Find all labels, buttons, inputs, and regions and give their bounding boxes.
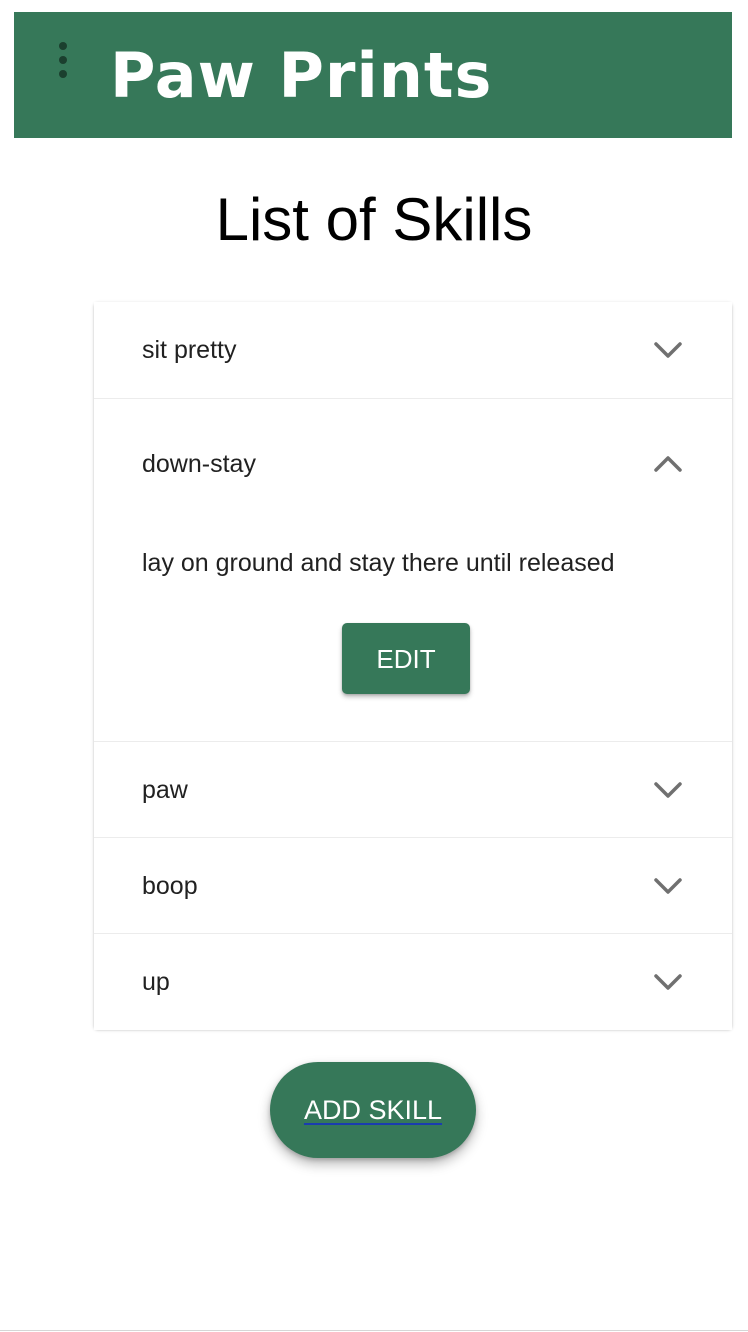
skill-panel: up bbox=[94, 933, 732, 1030]
skill-panel: boop bbox=[94, 837, 732, 934]
add-skill-button[interactable]: ADD SKILL bbox=[270, 1062, 476, 1158]
page-divider bbox=[0, 1330, 748, 1331]
skill-panel: down-stay lay on ground and stay there u… bbox=[94, 398, 732, 742]
chevron-down-icon bbox=[654, 878, 682, 894]
skill-panel-header[interactable]: down-stay bbox=[94, 416, 732, 512]
edit-skill-button[interactable]: EDIT bbox=[342, 623, 470, 694]
skill-panel-header[interactable]: up bbox=[94, 934, 732, 1030]
skill-panel: sit pretty bbox=[94, 302, 732, 398]
chevron-up-icon bbox=[654, 456, 682, 472]
skill-panel: paw bbox=[94, 741, 732, 838]
skill-panel-header[interactable]: paw bbox=[94, 742, 732, 838]
menu-dot bbox=[59, 42, 67, 50]
menu-dot bbox=[59, 56, 67, 64]
skill-description: lay on ground and stay there until relea… bbox=[142, 549, 615, 577]
skill-panel-header[interactable]: boop bbox=[94, 838, 732, 934]
skill-name: boop bbox=[142, 872, 198, 900]
add-skill-link[interactable]: ADD SKILL bbox=[304, 1095, 442, 1125]
skill-name: sit pretty bbox=[142, 336, 237, 364]
menu-dot bbox=[59, 70, 67, 78]
skill-name: up bbox=[142, 968, 170, 996]
app-bar: Paw Prints bbox=[14, 12, 732, 138]
skill-name: down-stay bbox=[142, 450, 256, 478]
skill-panel-header[interactable]: sit pretty bbox=[94, 302, 732, 398]
more-vert-icon[interactable] bbox=[52, 38, 74, 82]
app-title: Paw Prints bbox=[110, 39, 493, 112]
chevron-down-icon bbox=[654, 342, 682, 358]
chevron-down-icon bbox=[654, 974, 682, 990]
skill-name: paw bbox=[142, 776, 188, 804]
skills-accordion: sit pretty down-stay lay on ground and s… bbox=[94, 302, 732, 1030]
page-title: List of Skills bbox=[215, 186, 533, 253]
chevron-down-icon bbox=[654, 782, 682, 798]
